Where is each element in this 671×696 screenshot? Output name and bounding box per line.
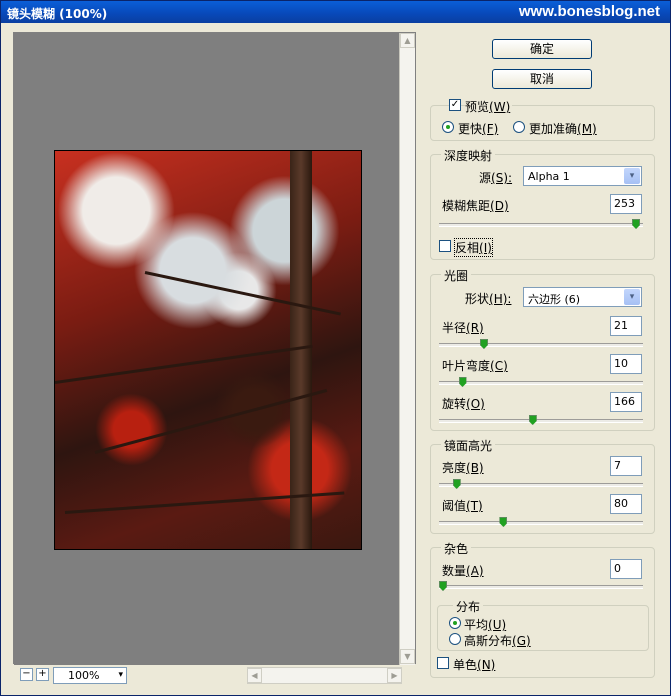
branch — [55, 344, 313, 384]
uniform-radio[interactable] — [449, 617, 461, 629]
monochromatic-label: 单色(N) — [453, 658, 496, 672]
shape-label: 形状(H): — [465, 292, 512, 306]
blur-focal-distance-input[interactable]: 253 — [610, 194, 642, 214]
faster-label: 更快(F) — [458, 122, 499, 136]
brightness-label: 亮度(B) — [442, 461, 484, 475]
preview-bottom-bar: − + 100% ▾ ◀ ▶ — [13, 667, 416, 685]
depth-map-legend: 深度映射 — [441, 147, 496, 164]
blade-curvature-input[interactable]: 10 — [610, 354, 642, 374]
rotation-slider[interactable] — [439, 415, 643, 425]
rotation-input[interactable]: 166 — [610, 392, 642, 412]
invert-checkbox[interactable] — [439, 240, 451, 252]
zoom-select[interactable]: 100% ▾ — [53, 667, 127, 684]
more-accurate-label: 更加准确(M) — [529, 122, 597, 136]
noise-legend: 杂色 — [441, 540, 472, 557]
cancel-button[interactable]: 取消 — [492, 69, 592, 89]
faster-radio[interactable] — [442, 121, 454, 133]
blur-focal-distance-slider[interactable] — [439, 219, 643, 229]
zoom-value: 100% — [68, 669, 100, 682]
radius-slider[interactable] — [439, 339, 643, 349]
chevron-down-icon: ▾ — [118, 670, 123, 680]
radius-input[interactable]: 21 — [610, 316, 642, 336]
scroll-right-icon[interactable]: ▶ — [387, 668, 402, 683]
preview-checkbox[interactable]: ✓ — [449, 99, 461, 111]
uniform-label: 平均(U) — [464, 618, 507, 632]
distribution-legend: 分布 — [453, 598, 484, 615]
more-accurate-radio[interactable] — [513, 121, 525, 133]
lens-blur-dialog: 镜头模糊 (100%) www.bonesblog.net ▲ ▼ − + 10… — [0, 0, 671, 696]
preview-area: ▲ ▼ — [13, 32, 416, 665]
title-bar: 镜头模糊 (100%) www.bonesblog.net — [1, 1, 670, 23]
rotation-label: 旋转(O) — [442, 397, 485, 411]
zoom-in-button[interactable]: + — [36, 668, 49, 681]
preview-image — [54, 150, 362, 550]
threshold-slider[interactable] — [439, 517, 643, 527]
brightness-slider[interactable] — [439, 479, 643, 489]
gaussian-radio[interactable] — [449, 633, 461, 645]
blur-focal-distance-label: 模糊焦距(D) — [442, 199, 509, 213]
threshold-input[interactable]: 80 — [610, 494, 642, 514]
amount-slider[interactable] — [439, 581, 643, 591]
preview-vertical-scrollbar[interactable]: ▲ ▼ — [399, 33, 415, 665]
threshold-label: 阈值(T) — [442, 499, 483, 513]
brightness-input[interactable]: 7 — [610, 456, 642, 476]
blade-curvature-label: 叶片弯度(C) — [442, 359, 508, 373]
ok-button[interactable]: 确定 — [492, 39, 592, 59]
scroll-up-icon[interactable]: ▲ — [400, 33, 415, 48]
shape-value: 六边形 (6) — [528, 293, 581, 306]
watermark: www.bonesblog.net — [518, 3, 660, 20]
source-label: 源(S): — [479, 171, 513, 185]
source-select[interactable]: Alpha 1 ▾ — [523, 166, 642, 186]
blade-curvature-slider[interactable] — [439, 377, 643, 387]
chevron-down-icon: ▾ — [624, 168, 640, 184]
preview-horizontal-scrollbar[interactable]: ◀ ▶ — [247, 667, 402, 684]
iris-legend: 光圈 — [441, 267, 472, 284]
preview-canvas[interactable] — [14, 33, 400, 665]
chevron-down-icon: ▾ — [624, 289, 640, 305]
amount-label: 数量(A) — [442, 564, 484, 578]
invert-label: 反相(I) — [454, 238, 493, 257]
scroll-left-icon[interactable]: ◀ — [247, 668, 262, 683]
amount-input[interactable]: 0 — [610, 559, 642, 579]
gaussian-label: 高斯分布(G) — [464, 634, 531, 648]
window-title: 镜头模糊 (100%) — [7, 7, 108, 21]
monochromatic-checkbox[interactable] — [437, 657, 449, 669]
zoom-out-button[interactable]: − — [20, 668, 33, 681]
shape-select[interactable]: 六边形 (6) ▾ — [523, 287, 642, 307]
source-value: Alpha 1 — [528, 170, 570, 183]
specular-highlights-legend: 镜面高光 — [441, 437, 496, 454]
preview-label: 预览(W) — [465, 98, 513, 115]
radius-label: 半径(R) — [442, 321, 484, 335]
scroll-down-icon[interactable]: ▼ — [400, 649, 415, 664]
